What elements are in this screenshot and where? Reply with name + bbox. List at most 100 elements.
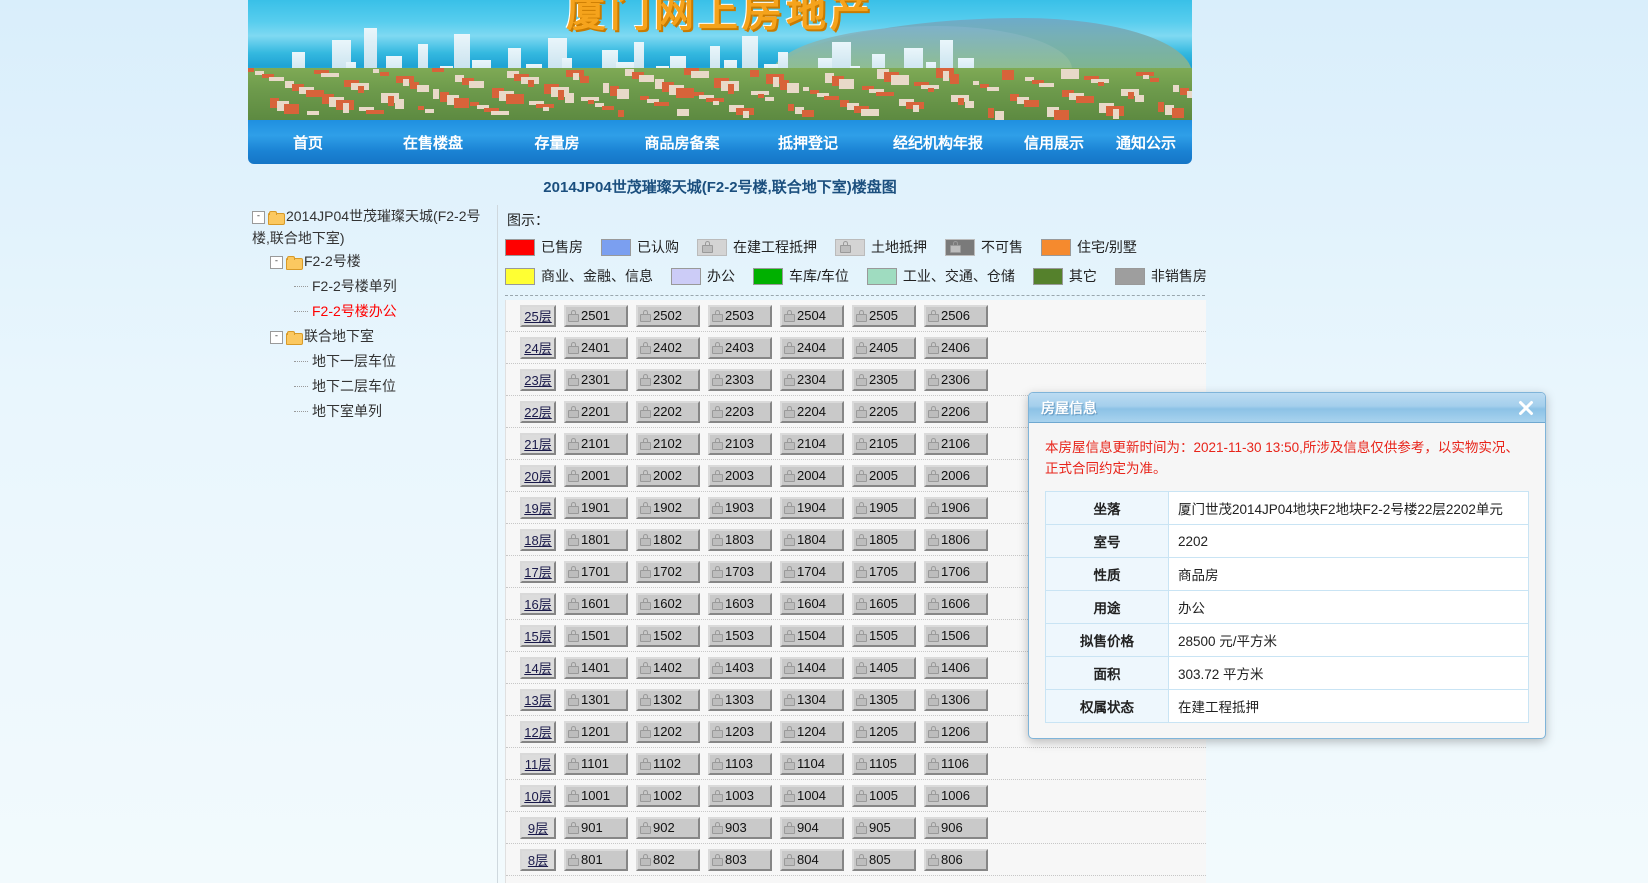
unit-cell[interactable]: 2202 [636,400,700,423]
unit-cell[interactable]: 1802 [636,528,700,551]
unit-cell[interactable]: 1504 [780,624,844,647]
floor-label-button[interactable]: 10层 [520,784,556,807]
tree-node-leaf[interactable]: 地下二层车位 [252,374,490,399]
unit-cell[interactable]: 2506 [924,304,988,327]
unit-cell[interactable]: 1502 [636,624,700,647]
unit-cell[interactable]: 2504 [780,304,844,327]
unit-cell[interactable]: 1201 [564,720,628,743]
nav-agency-annual-report[interactable]: 经纪机构年报 [889,132,987,153]
unit-cell[interactable]: 1105 [852,752,916,775]
unit-cell[interactable]: 2404 [780,336,844,359]
unit-cell[interactable]: 1705 [852,560,916,583]
tree-node-folder[interactable]: - F2-2号楼 [252,249,490,274]
nav-stock-housing[interactable]: 存量房 [530,132,583,153]
unit-cell[interactable]: 1601 [564,592,628,615]
tree-collapse-toggle[interactable]: - [270,330,283,344]
unit-cell[interactable]: 1101 [564,752,628,775]
floor-label-button[interactable]: 24层 [520,336,556,359]
unit-cell[interactable]: 1402 [636,656,700,679]
unit-cell[interactable]: 805 [852,848,916,871]
floor-label-button[interactable]: 20层 [520,464,556,487]
unit-cell[interactable]: 1906 [924,496,988,519]
tree-collapse-toggle[interactable]: - [270,255,283,269]
unit-cell[interactable]: 1104 [780,752,844,775]
unit-cell[interactable]: 2104 [780,432,844,455]
unit-cell[interactable]: 1902 [636,496,700,519]
unit-cell[interactable]: 802 [636,848,700,871]
unit-cell[interactable]: 2002 [636,464,700,487]
unit-cell[interactable]: 2302 [636,368,700,391]
unit-cell[interactable]: 1501 [564,624,628,647]
unit-cell[interactable]: 2502 [636,304,700,327]
unit-cell[interactable]: 2205 [852,400,916,423]
unit-cell[interactable]: 1401 [564,656,628,679]
unit-cell[interactable]: 1003 [708,784,772,807]
floor-label-button[interactable]: 14层 [520,656,556,679]
unit-cell[interactable]: 1604 [780,592,844,615]
unit-cell[interactable]: 2001 [564,464,628,487]
unit-cell[interactable]: 1005 [852,784,916,807]
unit-cell[interactable]: 2406 [924,336,988,359]
unit-cell[interactable]: 1806 [924,528,988,551]
floor-label-button[interactable]: 25层 [520,304,556,327]
unit-cell[interactable]: 1406 [924,656,988,679]
unit-cell[interactable]: 2003 [708,464,772,487]
unit-cell[interactable]: 1106 [924,752,988,775]
unit-cell[interactable]: 1404 [780,656,844,679]
unit-cell[interactable]: 1301 [564,688,628,711]
unit-cell[interactable]: 1801 [564,528,628,551]
unit-cell[interactable]: 1706 [924,560,988,583]
unit-cell[interactable]: 804 [780,848,844,871]
unit-cell[interactable]: 1805 [852,528,916,551]
unit-cell[interactable]: 1004 [780,784,844,807]
unit-cell[interactable]: 1002 [636,784,700,807]
unit-cell[interactable]: 2101 [564,432,628,455]
unit-cell[interactable]: 2004 [780,464,844,487]
unit-cell[interactable]: 2405 [852,336,916,359]
unit-cell[interactable]: 1306 [924,688,988,711]
nav-on-sale[interactable]: 在售楼盘 [399,132,467,153]
unit-cell[interactable]: 803 [708,848,772,871]
unit-cell[interactable]: 1803 [708,528,772,551]
unit-cell[interactable]: 1202 [636,720,700,743]
unit-cell[interactable]: 2306 [924,368,988,391]
unit-cell[interactable]: 2303 [708,368,772,391]
unit-cell[interactable]: 1903 [708,496,772,519]
tree-node-leaf[interactable]: F2-2号楼单列 [252,274,490,299]
unit-cell[interactable]: 2305 [852,368,916,391]
unit-cell[interactable]: 903 [708,816,772,839]
unit-cell[interactable]: 1905 [852,496,916,519]
unit-cell[interactable]: 2006 [924,464,988,487]
unit-cell[interactable]: 2204 [780,400,844,423]
unit-cell[interactable]: 2103 [708,432,772,455]
unit-cell[interactable]: 2402 [636,336,700,359]
unit-cell[interactable]: 1405 [852,656,916,679]
unit-cell[interactable]: 1204 [780,720,844,743]
unit-cell[interactable]: 1103 [708,752,772,775]
nav-mortgage-registration[interactable]: 抵押登记 [774,132,842,153]
unit-cell[interactable]: 1304 [780,688,844,711]
floor-label-button[interactable]: 15层 [520,624,556,647]
tree-node-leaf[interactable]: 地下一层车位 [252,349,490,374]
unit-cell[interactable]: 901 [564,816,628,839]
floor-label-button[interactable]: 9层 [520,816,556,839]
unit-cell[interactable]: 904 [780,816,844,839]
unit-cell[interactable]: 1302 [636,688,700,711]
unit-cell[interactable]: 1701 [564,560,628,583]
floor-label-button[interactable]: 8层 [520,848,556,871]
floor-label-button[interactable]: 17层 [520,560,556,583]
floor-label-button[interactable]: 21层 [520,432,556,455]
unit-cell[interactable]: 2106 [924,432,988,455]
nav-notices[interactable]: 通知公示 [1112,132,1180,153]
unit-cell[interactable]: 1205 [852,720,916,743]
nav-commercial-filing[interactable]: 商品房备案 [640,132,723,153]
close-icon[interactable] [1515,397,1537,419]
unit-cell[interactable]: 2501 [564,304,628,327]
floor-label-button[interactable]: 19层 [520,496,556,519]
unit-cell[interactable]: 1102 [636,752,700,775]
floor-label-button[interactable]: 11层 [520,752,556,775]
floor-label-button[interactable]: 13层 [520,688,556,711]
unit-cell[interactable]: 1702 [636,560,700,583]
unit-cell[interactable]: 2304 [780,368,844,391]
unit-cell[interactable]: 2505 [852,304,916,327]
